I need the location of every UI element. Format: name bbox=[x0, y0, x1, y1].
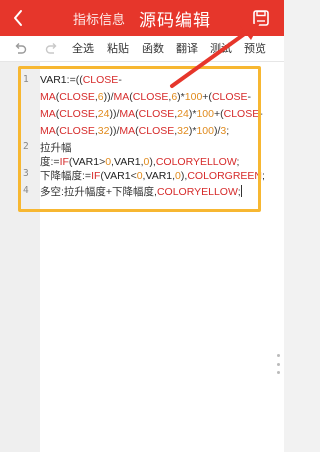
paste-button[interactable]: 粘贴 bbox=[107, 36, 129, 62]
header-tabs: 指标信息 源码编辑 bbox=[0, 0, 284, 36]
editor-toolbar: 全选 粘贴 函数 翻译 测试 预览 bbox=[0, 36, 284, 62]
save-icon bbox=[253, 10, 269, 26]
tab-source-edit[interactable]: 源码编辑 bbox=[139, 6, 211, 31]
redo-icon[interactable] bbox=[44, 41, 60, 57]
source-editor-screen: 指标信息 源码编辑 全选 粘贴 函数 翻译 测试 预览 1 2 3 4 VAR1… bbox=[0, 0, 284, 452]
header-bar: 指标信息 源码编辑 bbox=[0, 0, 284, 36]
scroll-handle[interactable] bbox=[275, 354, 281, 374]
translate-button[interactable]: 翻译 bbox=[176, 36, 198, 62]
test-button[interactable]: 测试 bbox=[210, 36, 232, 62]
preview-button[interactable]: 预览 bbox=[244, 36, 266, 62]
function-button[interactable]: 函数 bbox=[142, 36, 164, 62]
select-all-button[interactable]: 全选 bbox=[72, 36, 94, 62]
save-button[interactable] bbox=[252, 9, 270, 27]
undo-icon[interactable] bbox=[12, 41, 28, 57]
tab-indicator-info[interactable]: 指标信息 bbox=[73, 9, 125, 28]
code-highlight-box bbox=[18, 66, 261, 212]
